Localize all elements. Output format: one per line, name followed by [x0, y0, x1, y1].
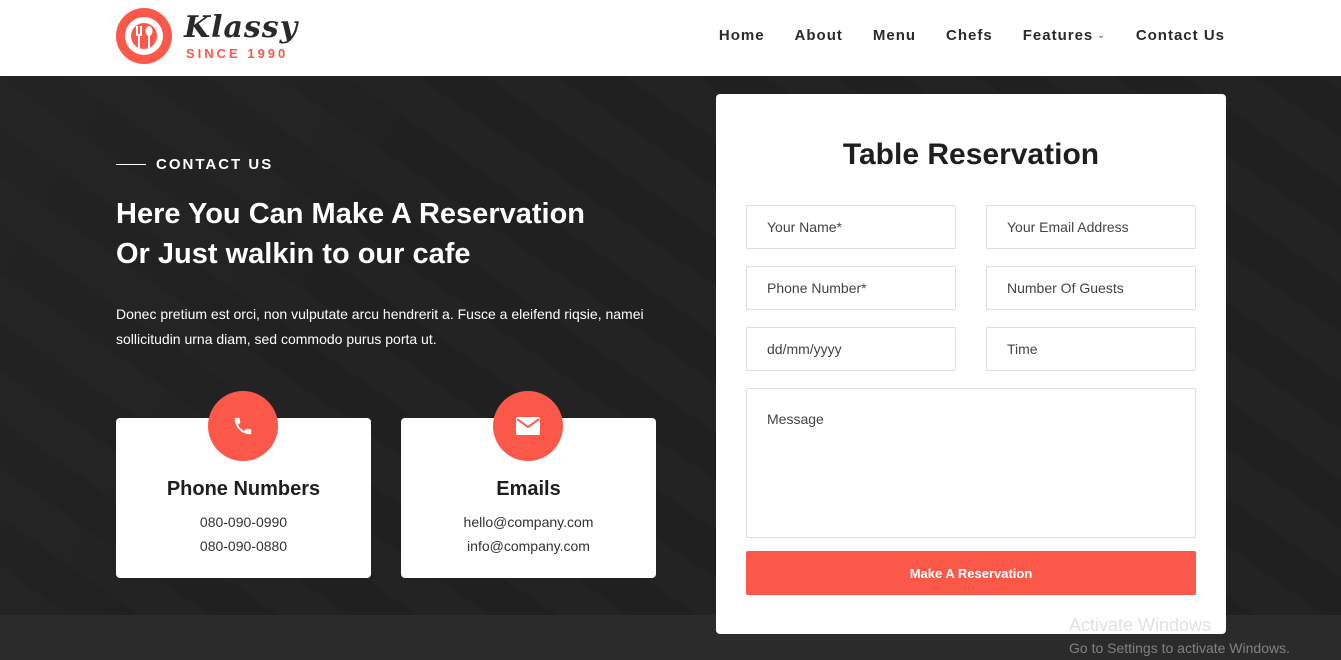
reservation-section: CONTACT US Here You Can Make A Reservati…: [0, 76, 1341, 656]
brand-logo[interactable]: Klassy SINCE 1990: [116, 8, 299, 68]
email-field[interactable]: Your Email Address: [986, 205, 1196, 249]
phone-number-2[interactable]: 080-090-0880: [116, 538, 371, 554]
email-address-1[interactable]: hello@company.com: [401, 514, 656, 530]
phone-field[interactable]: Phone Number*: [746, 266, 956, 310]
phone-icon: [208, 391, 278, 461]
message-field[interactable]: Message: [746, 388, 1196, 538]
main-nav: Home About Menu Chefs Features ⌄ Contact …: [689, 27, 1225, 44]
windows-activation-watermark: Activate Windows Go to Settings to activ…: [1069, 614, 1290, 660]
section-tag: CONTACT US: [116, 156, 273, 173]
section-description: Donec pretium est orci, non vulputate ar…: [116, 306, 644, 347]
phone-number-1[interactable]: 080-090-0990: [116, 514, 371, 530]
name-field[interactable]: Your Name*: [746, 205, 956, 249]
brand-since: SINCE 1990: [186, 46, 289, 61]
section-tag-label: CONTACT US: [156, 156, 274, 173]
tag-line: [116, 164, 146, 165]
section-title: Here You Can Make A Reservation Or Just …: [116, 194, 676, 274]
plate-fork-spoon-icon: [116, 8, 172, 64]
phone-card-title: Phone Numbers: [166, 478, 321, 500]
time-select[interactable]: Time: [986, 327, 1196, 371]
section-title-line2: Or Just walkin to our cafe: [116, 238, 471, 270]
nav-menu[interactable]: Menu: [873, 27, 916, 44]
date-field[interactable]: dd/mm/yyyy: [746, 327, 956, 371]
email-address-2[interactable]: info@company.com: [401, 538, 656, 554]
chevron-down-icon: ⌄: [1097, 30, 1106, 40]
nav-home[interactable]: Home: [719, 27, 765, 44]
nav-chefs[interactable]: Chefs: [946, 27, 993, 44]
guests-select[interactable]: Number Of Guests: [986, 266, 1196, 310]
reservation-form: Table Reservation Your Name* Your Email …: [716, 94, 1226, 634]
nav-contact-us[interactable]: Contact Us: [1136, 27, 1225, 44]
form-title: Table Reservation: [842, 138, 1100, 171]
nav-features[interactable]: Features ⌄: [1023, 27, 1106, 44]
watermark-line2: Go to Settings to activate Windows.: [1069, 640, 1290, 656]
envelope-icon: [493, 391, 563, 461]
phone-card: Phone Numbers 080-090-0990 080-090-0880: [116, 391, 371, 578]
section-title-line1: Here You Can Make A Reservation: [116, 198, 585, 230]
watermark-line1: Activate Windows: [1069, 615, 1212, 635]
email-card-title: Emails: [496, 478, 561, 500]
nav-about[interactable]: About: [795, 27, 843, 44]
email-card: Emails hello@company.com info@company.co…: [401, 391, 656, 578]
brand-name: Klassy: [184, 10, 299, 45]
make-reservation-button[interactable]: Make A Reservation: [746, 551, 1196, 595]
site-header: Klassy SINCE 1990 Home About Menu Chefs …: [0, 0, 1341, 76]
